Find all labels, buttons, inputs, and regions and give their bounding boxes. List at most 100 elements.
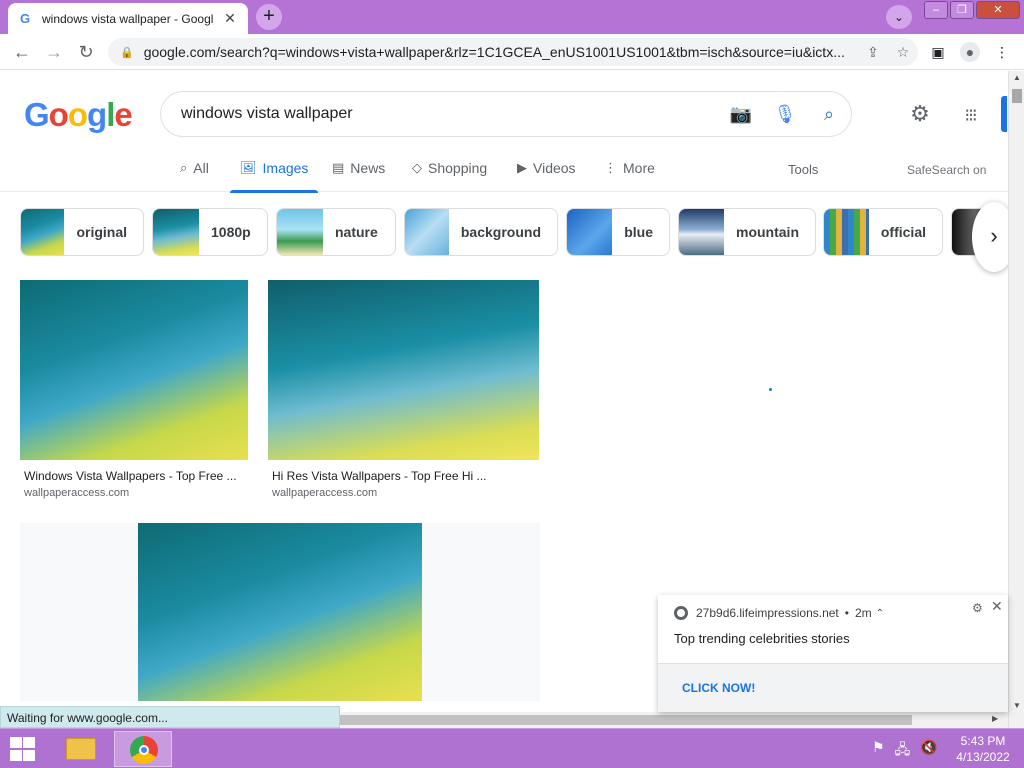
result-title[interactable]: Hi Res Vista Wallpapers - Top Free Hi ..… — [272, 469, 487, 483]
chip-label: background — [460, 224, 541, 240]
google-logo[interactable]: Google — [24, 96, 133, 134]
chip-original[interactable]: original — [20, 208, 144, 256]
window-controls: – ❐ ✕ — [922, 1, 1020, 19]
tab-shopping[interactable]: ◇ Shopping — [412, 160, 487, 176]
chip-label: original — [76, 224, 127, 240]
address-bar[interactable]: 🔒 google.com/search?q=windows+vista+wall… — [108, 38, 918, 66]
search-input[interactable]: windows vista wallpaper — [181, 105, 719, 123]
action-center-flag-icon[interactable]: ⚑ — [872, 739, 885, 763]
tab-label: More — [623, 160, 655, 176]
scroll-up-arrow-icon[interactable]: ▲ — [1009, 73, 1024, 82]
microphone-icon[interactable]: 🎙 — [763, 104, 807, 125]
browser-tab-strip: G windows vista wallpaper - Googl ✕ + ⌄ … — [0, 0, 1024, 34]
chrome-taskbar-button[interactable] — [114, 731, 172, 767]
tab-label: Images — [262, 160, 309, 176]
notification-action-label: CLICK NOW! — [682, 681, 756, 695]
chrome-icon — [674, 606, 688, 620]
chip-thumbnail — [153, 209, 199, 255]
sign-in-button[interactable] — [1001, 96, 1007, 132]
tag-icon: ◇ — [412, 160, 422, 175]
tab-search-chevron-icon[interactable]: ⌄ — [886, 5, 912, 29]
restore-button[interactable]: ❐ — [950, 1, 974, 19]
search-box[interactable]: windows vista wallpaper 📷 🎙 ⌕ — [160, 91, 852, 137]
news-icon: ▤ — [332, 160, 345, 175]
side-panel-icon[interactable]: ▣ — [928, 42, 948, 62]
notification-header: 27b9d6.lifeimpressions.net • 2m ⌃ — [674, 606, 884, 620]
window-close-button[interactable]: ✕ — [976, 1, 1020, 19]
logo-letter: o — [67, 96, 88, 133]
notification-time: 2m — [854, 606, 872, 620]
chip-background[interactable]: background — [404, 208, 558, 256]
windows-taskbar: ⚑ 🖧 🔇 5:43 PM 4/13/2022 — [0, 728, 1024, 768]
clock-time: 5:43 PM — [960, 734, 1006, 748]
result-source[interactable]: wallpaperaccess.com — [24, 487, 129, 499]
tab-videos[interactable]: ▶ Videos — [517, 160, 576, 176]
volume-muted-icon[interactable]: 🔇 — [920, 739, 937, 763]
browser-tab-active[interactable]: G windows vista wallpaper - Googl ✕ — [8, 3, 248, 34]
notification-action-button[interactable]: CLICK NOW! — [658, 663, 1008, 712]
chip-label: mountain — [736, 224, 799, 240]
tab-close-icon[interactable]: ✕ — [222, 10, 238, 27]
forward-arrow-icon[interactable]: → — [42, 40, 66, 64]
chip-label: official — [880, 224, 926, 240]
chip-thumbnail — [277, 209, 323, 255]
address-url: google.com/search?q=windows+vista+wallpa… — [143, 44, 845, 60]
chip-thumbnail — [405, 209, 449, 255]
search-icon: ⌕ — [180, 160, 188, 175]
tab-more[interactable]: ⋮ More — [604, 160, 655, 176]
tools-button[interactable]: Tools — [788, 162, 818, 177]
chrome-logo-center — [139, 745, 149, 755]
safesearch-toggle[interactable]: SafeSearch on — [907, 163, 986, 177]
scrollbar-thumb[interactable] — [1012, 89, 1022, 103]
result-thumbnail[interactable] — [138, 523, 422, 701]
chip-1080p[interactable]: 1080p — [152, 208, 268, 256]
chip-official[interactable]: official — [823, 208, 943, 256]
lock-icon[interactable]: 🔒 — [120, 46, 134, 59]
chip-mountain[interactable]: mountain — [678, 208, 816, 256]
result-thumbnail[interactable] — [20, 280, 248, 460]
back-arrow-icon[interactable]: ← — [10, 40, 34, 64]
image-result-large[interactable] — [20, 523, 540, 701]
result-title[interactable]: Windows Vista Wallpapers - Top Free ... — [24, 469, 237, 483]
chevron-up-icon[interactable]: ⌃ — [876, 608, 884, 619]
bookmark-star-icon[interactable]: ☆ — [888, 44, 918, 61]
chrome-menu-icon[interactable]: ⋮ — [992, 42, 1012, 62]
logo-letter: g — [87, 96, 107, 133]
status-bubble: Waiting for www.google.com... — [0, 706, 340, 728]
tab-all[interactable]: ⌕ All — [180, 160, 209, 176]
browser-toolbar: ← → ↻ 🔒 google.com/search?q=windows+vist… — [0, 34, 1024, 70]
start-pane — [10, 737, 22, 748]
windows-start-icon[interactable] — [8, 737, 36, 761]
tab-label: Shopping — [428, 160, 488, 176]
chip-thumbnail — [679, 209, 724, 255]
network-icon[interactable]: 🖧 — [895, 739, 911, 763]
image-result[interactable]: Hi Res Vista Wallpapers - Top Free Hi ..… — [268, 280, 539, 500]
minimize-button[interactable]: – — [924, 1, 948, 19]
camera-search-icon[interactable]: 📷 — [719, 104, 763, 125]
settings-gear-icon[interactable]: ⚙ — [906, 101, 934, 129]
result-source[interactable]: wallpaperaccess.com — [272, 487, 377, 499]
chip-label: 1080p — [211, 224, 251, 240]
google-apps-icon[interactable]: ⁝⁝⁝ — [956, 101, 984, 129]
image-result[interactable]: Windows Vista Wallpapers - Top Free ... … — [20, 280, 248, 500]
tab-images[interactable]: 🖼 Images — [229, 160, 319, 193]
notification-settings-gear-icon[interactable]: ⚙ — [972, 601, 983, 615]
file-explorer-taskbar-icon[interactable] — [58, 731, 104, 767]
chip-thumbnail — [567, 209, 613, 255]
push-notification[interactable]: 27b9d6.lifeimpressions.net • 2m ⌃ ⚙ ✕ To… — [658, 595, 1008, 712]
scroll-right-arrow-icon[interactable]: ▶ — [992, 714, 998, 723]
reload-icon[interactable]: ↻ — [74, 40, 98, 64]
result-thumbnail[interactable] — [268, 280, 539, 460]
profile-avatar-icon[interactable]: ● — [960, 42, 980, 62]
share-icon[interactable]: ⇪ — [858, 44, 888, 61]
search-icon[interactable]: ⌕ — [807, 104, 851, 125]
search-tabs: ⌕ All 🖼 Images ▤ News ◇ Shopping ▶ Videos ⋮ Mo… — [0, 152, 1008, 193]
chip-blue[interactable]: blue — [566, 208, 670, 256]
scroll-down-arrow-icon[interactable]: ▼ — [1009, 701, 1024, 710]
chip-nature[interactable]: nature — [276, 208, 396, 256]
new-tab-button[interactable]: + — [256, 4, 282, 30]
notification-close-icon[interactable]: ✕ — [991, 598, 1003, 615]
vertical-scrollbar[interactable]: ▲ ▼ — [1008, 71, 1024, 728]
taskbar-clock[interactable]: 5:43 PM 4/13/2022 — [948, 733, 1018, 765]
tab-news[interactable]: ▤ News — [332, 160, 385, 176]
